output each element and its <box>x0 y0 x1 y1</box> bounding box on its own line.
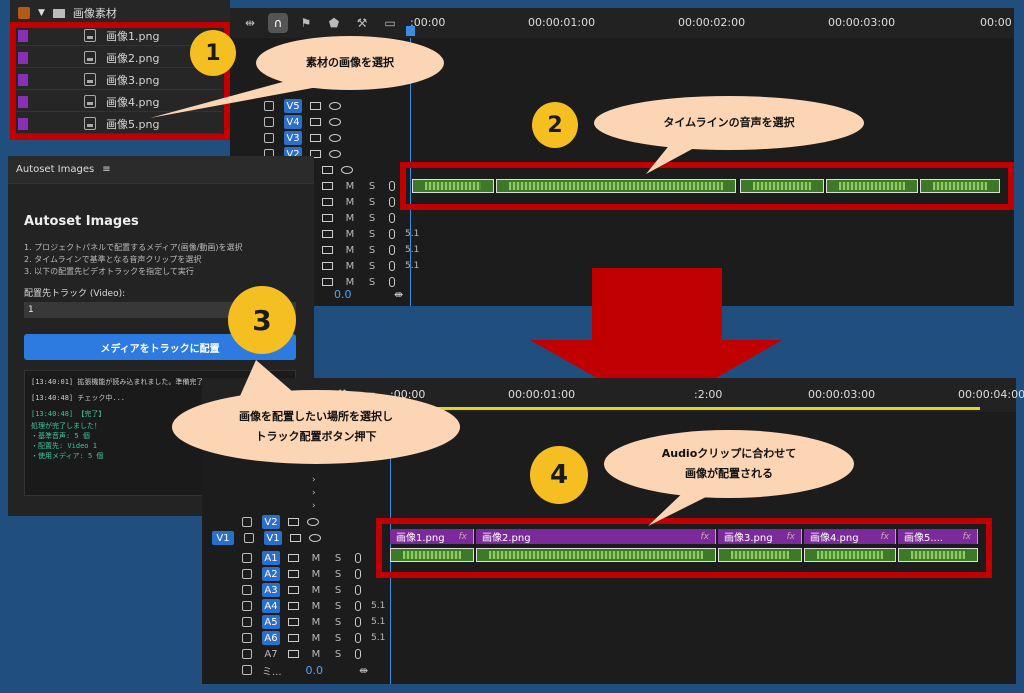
callout-bubble-4: Audioクリップに合わせて 画像が配置される <box>604 430 854 498</box>
step-badge-4: 4 <box>530 446 588 504</box>
callout-bubble-1: 素材の画像を選択 <box>256 36 444 90</box>
step-badge-2: 2 <box>532 102 578 148</box>
step-badge-3: 3 <box>228 286 296 354</box>
callout-bubble-3: 画像を配置したい場所を選択し トラック配置ボタン押下 <box>172 390 460 464</box>
callout-bubble-2: タイムラインの音声を選択 <box>594 96 864 150</box>
callout-tails <box>150 80 720 526</box>
step-badge-1: 1 <box>190 30 236 76</box>
